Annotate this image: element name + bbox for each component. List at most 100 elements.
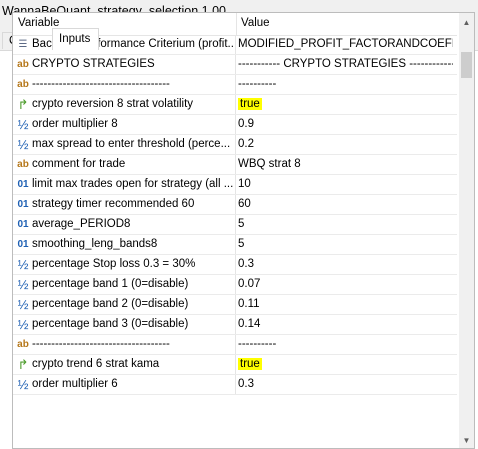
string-icon: ab bbox=[17, 159, 29, 170]
scroll-up-arrow-icon[interactable]: ▲ bbox=[459, 15, 474, 30]
variable-name: limit max trades open for strategy (all … bbox=[32, 178, 233, 190]
column-divider bbox=[235, 155, 236, 174]
table-row[interactable]: ½ percentage Stop loss 0.3 = 30% 0.3 bbox=[13, 255, 457, 275]
value-text: 0.3 bbox=[238, 258, 254, 270]
scrollbar-thumb[interactable] bbox=[461, 52, 472, 78]
table-row[interactable]: 01 average_PERIOD8 5 bbox=[13, 215, 457, 235]
value-cell[interactable]: 0.11 bbox=[238, 295, 453, 314]
column-divider bbox=[235, 175, 236, 194]
int-icon: 01 bbox=[17, 179, 29, 190]
column-divider bbox=[235, 75, 236, 94]
double-icon: ½ bbox=[17, 277, 29, 292]
value-cell[interactable]: 0.3 bbox=[238, 255, 453, 274]
variable-name: crypto reversion 8 strat volatility bbox=[32, 98, 194, 110]
value-cell[interactable]: WBQ strat 8 bbox=[238, 155, 453, 174]
variable-name: CRYPTO STRATEGIES bbox=[32, 58, 155, 70]
variable-name: percentage band 1 (0=disable) bbox=[32, 278, 189, 290]
value-cell[interactable]: 0.2 bbox=[238, 135, 453, 154]
column-divider bbox=[235, 215, 236, 234]
variable-name: ------------------------------------ bbox=[32, 338, 170, 350]
value-cell[interactable]: 0.9 bbox=[238, 115, 453, 134]
column-divider bbox=[235, 295, 236, 314]
scroll-down-arrow-icon[interactable]: ▼ bbox=[459, 433, 474, 448]
variable-name: percentage Stop loss 0.3 = 30% bbox=[32, 258, 196, 270]
column-divider bbox=[235, 315, 236, 334]
value-cell[interactable]: true bbox=[238, 95, 453, 114]
value-cell[interactable]: 0.3 bbox=[238, 375, 453, 394]
value-text: true bbox=[238, 358, 262, 370]
value-cell[interactable]: ---------- bbox=[238, 75, 453, 94]
table-row[interactable]: ab comment for trade WBQ strat 8 bbox=[13, 155, 457, 175]
variable-name: comment for trade bbox=[32, 158, 126, 170]
table-row[interactable]: 01 strategy timer recommended 60 60 bbox=[13, 195, 457, 215]
value-text: 0.2 bbox=[238, 138, 254, 150]
variable-name: percentage band 3 (0=disable) bbox=[32, 318, 189, 330]
column-divider bbox=[235, 355, 236, 374]
table-row[interactable]: ab ------------------------------------ --… bbox=[13, 335, 457, 355]
vertical-scrollbar[interactable]: ▲ ▼ bbox=[459, 13, 474, 448]
table-row[interactable]: ½ max spread to enter threshold (perce...… bbox=[13, 135, 457, 155]
int-icon: 01 bbox=[17, 199, 29, 210]
table-row[interactable]: ab CRYPTO STRATEGIES ----------- CRYPTO ST… bbox=[13, 55, 457, 75]
value-text: 0.3 bbox=[238, 378, 254, 390]
table-row[interactable]: ½ percentage band 3 (0=disable) 0.14 bbox=[13, 315, 457, 335]
column-header-value[interactable]: Value bbox=[236, 13, 457, 35]
table-row[interactable]: ½ percentage band 2 (0=disable) 0.11 bbox=[13, 295, 457, 315]
column-divider bbox=[235, 135, 236, 154]
table-row[interactable]: ↱ crypto reversion 8 strat volatility true bbox=[13, 95, 457, 115]
table-row[interactable]: ↱ crypto trend 6 strat kama true bbox=[13, 355, 457, 375]
double-icon: ½ bbox=[17, 257, 29, 272]
variable-name: ------------------------------------ bbox=[32, 78, 170, 90]
double-icon: ½ bbox=[17, 297, 29, 312]
value-text: 0.9 bbox=[238, 118, 254, 130]
value-cell[interactable]: 0.14 bbox=[238, 315, 453, 334]
table-row[interactable]: ½ order multiplier 8 0.9 bbox=[13, 115, 457, 135]
variable-name: order multiplier 6 bbox=[32, 378, 118, 390]
value-text: 0.07 bbox=[238, 278, 261, 290]
bool-icon: ↱ bbox=[17, 357, 29, 372]
tab-inputs[interactable]: Inputs bbox=[52, 28, 99, 50]
column-divider bbox=[235, 195, 236, 214]
value-cell[interactable]: true bbox=[238, 355, 453, 374]
int-icon: 01 bbox=[17, 219, 29, 230]
value-text: 60 bbox=[238, 198, 251, 210]
table-row[interactable]: 01 limit max trades open for strategy (al… bbox=[13, 175, 457, 195]
string-icon: ab bbox=[17, 79, 29, 90]
value-cell[interactable]: 0.07 bbox=[238, 275, 453, 294]
value-cell[interactable]: 5 bbox=[238, 215, 453, 234]
table-row[interactable]: ½ percentage band 1 (0=disable) 0.07 bbox=[13, 275, 457, 295]
value-text: 0.14 bbox=[238, 318, 261, 330]
value-text: ---------- bbox=[238, 338, 277, 350]
column-divider bbox=[235, 95, 236, 114]
value-cell[interactable]: 60 bbox=[238, 195, 453, 214]
table-row[interactable]: 01 smoothing_leng_bands8 5 bbox=[13, 235, 457, 255]
value-cell[interactable]: MODIFIED_PROFIT_FACTORANDCOEFF_... bbox=[238, 35, 453, 54]
value-text: 0.11 bbox=[238, 298, 260, 310]
value-text: WBQ strat 8 bbox=[238, 158, 301, 170]
table-row[interactable]: ab ------------------------------------ --… bbox=[13, 75, 457, 95]
column-divider bbox=[235, 35, 236, 54]
variable-name: average_PERIOD8 bbox=[32, 218, 131, 230]
value-text: ----------- CRYPTO STRATEGIES ----------… bbox=[238, 58, 453, 70]
variable-name: percentage band 2 (0=disable) bbox=[32, 298, 189, 310]
value-text: 10 bbox=[238, 178, 251, 190]
value-cell[interactable]: ----------- CRYPTO STRATEGIES ----------… bbox=[238, 55, 453, 74]
column-divider bbox=[235, 275, 236, 294]
double-icon: ½ bbox=[17, 377, 29, 392]
value-text: 5 bbox=[238, 238, 245, 250]
value-cell[interactable]: ---------- bbox=[238, 335, 453, 354]
variable-name: crypto trend 6 strat kama bbox=[32, 358, 160, 370]
bool-icon: ↱ bbox=[17, 97, 29, 112]
variable-name: max spread to enter threshold (perce... bbox=[32, 138, 231, 150]
value-cell[interactable]: 5 bbox=[238, 235, 453, 254]
table-row[interactable]: ½ order multiplier 6 0.3 bbox=[13, 375, 457, 395]
value-text: true bbox=[238, 98, 262, 110]
string-icon: ab bbox=[17, 59, 29, 70]
enum-icon: ☰ bbox=[18, 39, 28, 50]
column-header-variable[interactable]: Variable bbox=[13, 13, 237, 35]
variable-name: strategy timer recommended 60 bbox=[32, 198, 195, 210]
double-icon: ½ bbox=[17, 317, 29, 332]
value-cell[interactable]: 10 bbox=[238, 175, 453, 194]
column-divider bbox=[235, 255, 236, 274]
string-icon: ab bbox=[17, 339, 29, 350]
